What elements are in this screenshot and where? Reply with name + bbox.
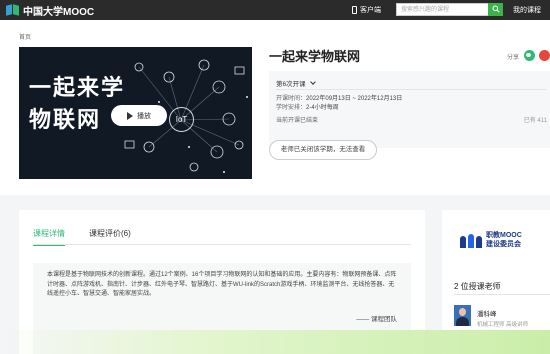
teacher-title: 机械工程师 高级讲师 [477, 322, 529, 328]
cover-title: 一起来学 物联网 [29, 76, 126, 133]
school-sidebar: 职教MOOC 建设委员会 2 位授课老师 潘科峰 机械工程师 高级讲师 [442, 210, 550, 354]
term-closed-button[interactable]: 老师已关闭该学期，无法查看 [269, 140, 377, 160]
enrolled-count: 已有 411 [523, 118, 547, 124]
avatar [454, 305, 471, 326]
course-cover-video[interactable]: 一起来学 物联网 IoT 播放 [19, 47, 252, 179]
iot-hub-icon: IoT [169, 107, 194, 132]
my-courses-link[interactable]: 我的课程 [513, 5, 541, 15]
org-name: 职教MOOC 建设委员会 [486, 232, 522, 248]
divider [454, 294, 550, 295]
search-icon [492, 5, 500, 13]
course-description: 本课程是基于物联网技术的创新课程。通过12个案例、16个项目学习物联网的认知和基… [33, 263, 411, 354]
play-icon [127, 111, 133, 120]
description-text: 本课程是基于物联网技术的创新课程。通过12个案例、16个项目学习物联网的认知和基… [47, 272, 397, 297]
search-button[interactable] [488, 3, 503, 16]
app-download-link[interactable]: 客户端 [352, 4, 381, 16]
site-name: 中国大学MOOC [23, 6, 95, 18]
mooc-logo-icon [6, 4, 20, 16]
description-signature: —— 课程团队 [356, 316, 397, 323]
app-link-label: 客户端 [360, 7, 381, 14]
share-label: 分享 [507, 55, 520, 61]
course-title: 一起来学物联网 [269, 49, 361, 64]
teacher-item[interactable]: 潘科峰 机械工程师 高级讲师 [454, 305, 528, 328]
search-input[interactable]: 搜索感兴趣的课程 [396, 3, 488, 16]
teacher-name: 潘科峰 [477, 311, 497, 318]
course-hero: 首页 一起来学 物联网 IoT 播放 一起来学物联网 分享 第6次开课 开课时间… [0, 20, 550, 195]
site-logo[interactable]: 中国大学MOOC [6, 3, 95, 18]
play-label: 播放 [137, 112, 151, 120]
course-time: 开课时间：2022年09月13日 ~ 2022年12月13日 [276, 96, 403, 102]
weibo-share-icon[interactable] [539, 50, 550, 61]
org-m-logo-icon [460, 233, 482, 248]
term-selector[interactable]: 第6次开课 [276, 78, 316, 88]
course-detail-card: 课程详情 课程评价(6) 本课程是基于物联网技术的创新课程。通过12个案例、16… [19, 210, 425, 354]
course-info-panel: 第6次开课 开课时间：2022年09月13日 ~ 2022年12月13日 学时安… [269, 71, 550, 148]
play-button[interactable]: 播放 [111, 105, 167, 126]
tabs-divider [33, 244, 411, 245]
teachers-heading: 2 位授课老师 [454, 282, 501, 291]
course-effort: 学时安排：2-4小时每周 [276, 105, 339, 111]
phone-icon [352, 6, 357, 14]
course-status: 当前开课已结束 [276, 118, 319, 124]
divider [276, 89, 546, 90]
org-logo[interactable]: 职教MOOC 建设委员会 [460, 232, 522, 249]
top-navbar: 中国大学MOOC 客户端 搜索感兴趣的课程 我的课程 [0, 0, 550, 20]
breadcrumb[interactable]: 首页 [19, 32, 31, 41]
chevron-down-icon [309, 79, 316, 85]
wechat-share-icon[interactable] [524, 50, 535, 61]
